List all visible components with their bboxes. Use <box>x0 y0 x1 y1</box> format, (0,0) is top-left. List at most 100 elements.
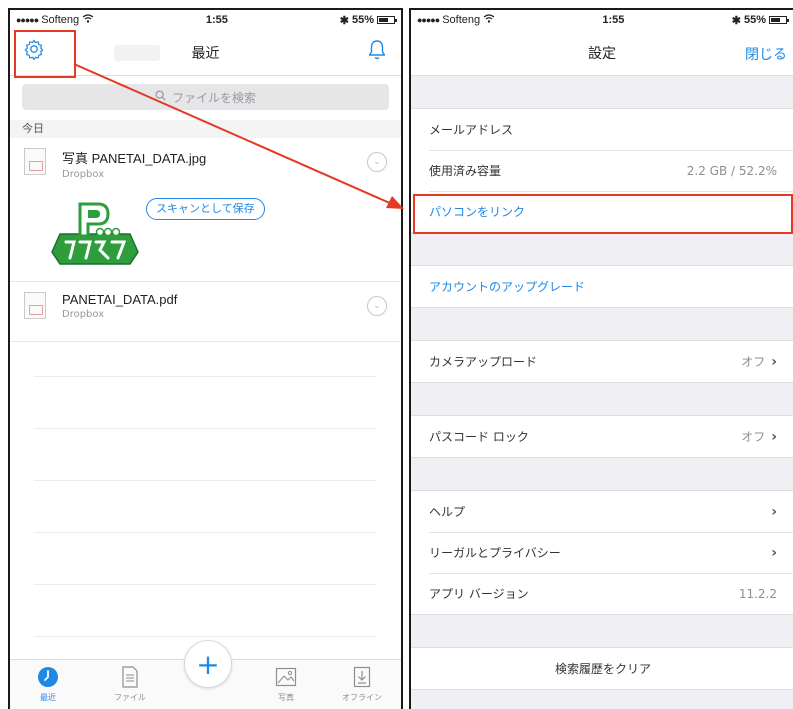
settings-screen: ●●●●● Softeng 1:55 ✱ 55% 設定 閉じる メールアドレス … <box>409 8 793 709</box>
upgrade-group: アカウントのアップグレード <box>411 265 793 308</box>
file-preview-row: スキャンとして保存 <box>10 198 401 282</box>
row-label: アプリ バージョン <box>429 587 529 601</box>
row-label: パスコード ロック <box>429 430 529 444</box>
tab-label: オフライン <box>342 693 382 702</box>
battery-percent: 55% <box>743 14 766 26</box>
add-button[interactable]: + <box>184 640 232 688</box>
plus-icon: + <box>196 647 220 681</box>
help-row[interactable]: ヘルプ › <box>411 491 793 532</box>
passcode-group: パスコード ロック オフ › <box>411 415 793 458</box>
camera-upload-value: オフ <box>741 355 766 369</box>
passcode-value: オフ <box>741 430 766 444</box>
page-title: 設定 <box>588 45 616 62</box>
chevron-right-icon: › <box>771 503 777 520</box>
tab-label: 最近 <box>40 693 56 702</box>
history-group: 検索履歴をクリア <box>411 647 793 690</box>
navigation-bar: 設定 閉じる <box>411 30 793 76</box>
empty-row-divider <box>34 428 377 429</box>
empty-row-divider <box>34 376 377 377</box>
clear-search-history-button[interactable]: 検索履歴をクリア <box>411 648 793 689</box>
row-label: カメラアップロード <box>429 355 538 369</box>
status-bar: ●●●●● Softeng 1:55 ✱ 55% <box>411 10 793 30</box>
email-row[interactable]: メールアドレス <box>411 109 793 150</box>
save-as-scan-button[interactable]: スキャンとして保存 <box>146 198 265 220</box>
file-row-pdf[interactable]: PANETAI_DATA.pdf Dropbox ⌄ <box>10 282 401 342</box>
tab-label: 写真 <box>278 693 294 702</box>
upgrade-account-row[interactable]: アカウントのアップグレード <box>411 266 793 307</box>
photo-icon <box>256 666 316 690</box>
legal-privacy-row[interactable]: リーガルとプライバシー › <box>411 532 793 573</box>
redacted-area <box>114 45 160 61</box>
chevron-right-icon: › <box>771 353 777 370</box>
pdf-file-icon <box>24 292 46 319</box>
empty-row-divider <box>34 584 377 585</box>
info-group: ヘルプ › リーガルとプライバシー › アプリ バージョン 11.2.2 <box>411 490 793 615</box>
file-source: Dropbox <box>62 169 105 180</box>
tab-bar: 最近 ファイル + 写真 オフライン <box>10 640 401 709</box>
image-file-icon <box>24 148 46 175</box>
file-options-chevron-icon[interactable]: ⌄ <box>367 152 387 172</box>
gear-highlight-box <box>14 30 76 78</box>
panetai-logo-image <box>46 198 142 268</box>
file-name: PANETAI_DATA.pdf <box>62 292 178 307</box>
carrier-name: Softeng <box>442 14 481 26</box>
wifi-icon <box>82 14 94 26</box>
storage-row: 使用済み容量 2.2 GB / 52.2% <box>411 150 793 191</box>
storage-value: 2.2 GB / 52.2% <box>686 163 777 178</box>
row-label: リーガルとプライバシー <box>429 546 561 560</box>
signal-dots-icon: ●●●●● <box>417 15 440 25</box>
search-icon <box>155 90 166 104</box>
page-title: 最近 <box>191 45 220 62</box>
chevron-right-icon: › <box>771 544 777 561</box>
status-time: 1:55 <box>205 14 228 26</box>
file-options-chevron-icon[interactable]: ⌄ <box>367 296 387 316</box>
row-label: 検索履歴をクリア <box>554 662 651 676</box>
signal-dots-icon: ●●●●● <box>16 15 39 25</box>
battery-icon <box>376 16 397 24</box>
document-icon <box>100 666 160 690</box>
status-time: 1:55 <box>602 14 625 26</box>
camera-group: カメラアップロード オフ › <box>411 340 793 383</box>
battery-percent: 55% <box>351 14 374 26</box>
status-bar: ●●●●● Softeng 1:55 ✱ 55% <box>10 10 401 30</box>
file-row-jpg[interactable]: 写真 PANETAI_DATA.jpg Dropbox ⌄ <box>10 138 401 198</box>
clock-icon <box>18 666 78 690</box>
link-computer-highlight-box <box>413 194 793 234</box>
bluetooth-icon: ✱ <box>339 14 349 27</box>
tab-photos[interactable]: 写真 <box>256 666 316 703</box>
app-version-row: アプリ バージョン 11.2.2 <box>411 573 793 614</box>
file-name: 写真 PANETAI_DATA.jpg <box>62 151 207 166</box>
empty-row-divider <box>34 636 377 637</box>
search-placeholder: ファイルを検索 <box>171 90 256 105</box>
row-label: ヘルプ <box>429 505 466 519</box>
tab-files[interactable]: ファイル <box>100 666 160 703</box>
recent-screen: ●●●●● Softeng 1:55 ✱ 55% 最近 ファイルを検索 今日 写… <box>8 8 403 709</box>
search-bar[interactable]: ファイルを検索 <box>22 84 389 110</box>
row-label: アカウントのアップグレード <box>429 280 586 294</box>
tab-recent[interactable]: 最近 <box>18 666 78 703</box>
empty-row-divider <box>34 480 377 481</box>
row-label: 使用済み容量 <box>429 164 502 178</box>
close-button[interactable]: 閉じる <box>745 44 787 64</box>
passcode-lock-row[interactable]: パスコード ロック オフ › <box>411 416 793 457</box>
app-version-value: 11.2.2 <box>738 586 777 601</box>
chevron-right-icon: › <box>771 428 777 445</box>
wifi-icon <box>483 14 495 26</box>
section-header-today: 今日 <box>10 120 401 138</box>
bluetooth-icon: ✱ <box>731 14 741 27</box>
battery-icon <box>768 16 789 24</box>
carrier-name: Softeng <box>41 14 80 26</box>
offline-download-icon <box>332 666 392 690</box>
empty-row-divider <box>34 532 377 533</box>
row-label: メールアドレス <box>429 123 514 137</box>
camera-upload-row[interactable]: カメラアップロード オフ › <box>411 341 793 382</box>
notification-bell-icon[interactable] <box>367 38 387 66</box>
tab-offline[interactable]: オフライン <box>332 666 392 703</box>
tab-label: ファイル <box>114 693 146 702</box>
